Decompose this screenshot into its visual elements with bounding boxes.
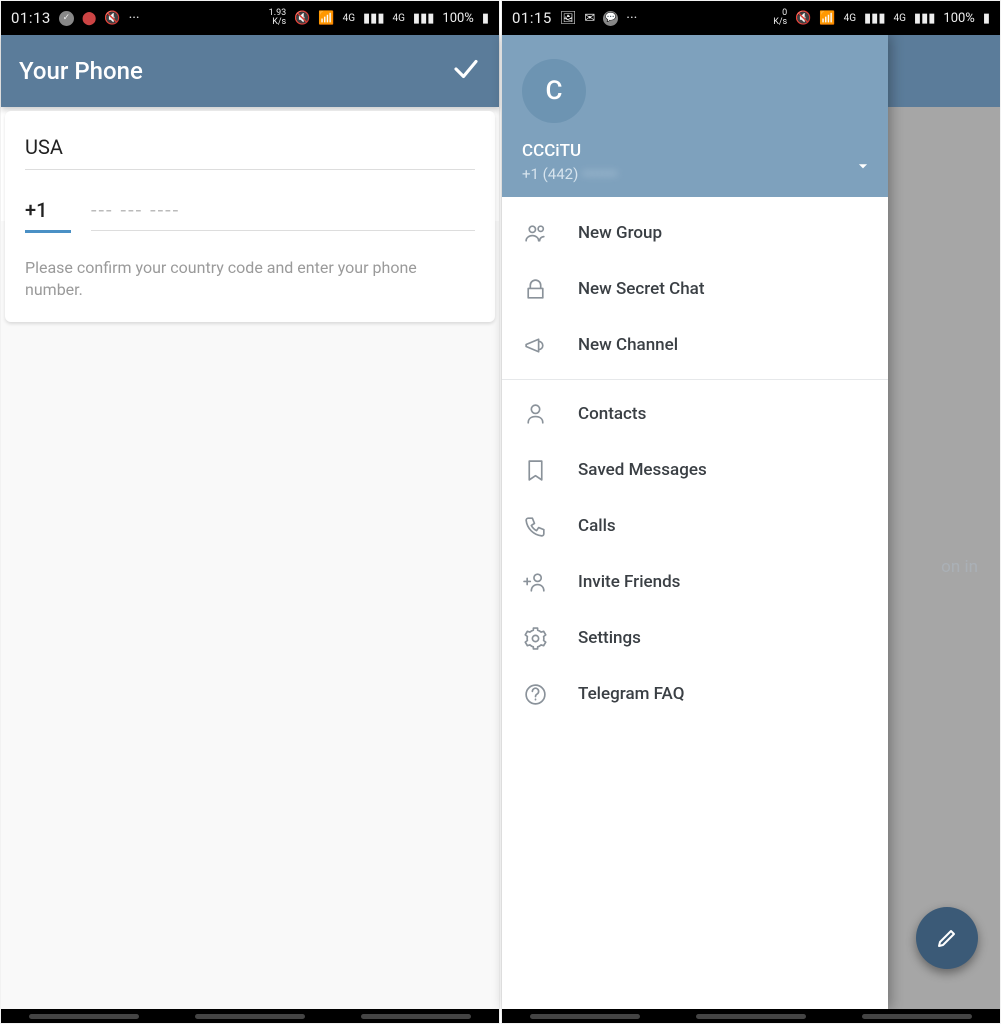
- status-bar: 01:15 🖼 ✉ 💬 ··· 0K/s 🔇 📶 4G ▮▮▮ 4G ▮▮▮ 1…: [502, 1, 1000, 35]
- menu-item-calls[interactable]: Calls: [502, 498, 888, 554]
- menu-item-telegram-faq[interactable]: Telegram FAQ: [502, 666, 888, 722]
- background-fragment: on in: [941, 557, 978, 577]
- net-label-2: 4G: [893, 13, 905, 24]
- menu-item-contacts[interactable]: Contacts: [502, 386, 888, 442]
- phone-card: USA +1 --- --- ---- Please confirm your …: [5, 111, 495, 322]
- page-title: Your Phone: [19, 57, 451, 85]
- avatar-initial: C: [546, 76, 563, 106]
- account-phone: +1 (442) •••••••: [522, 165, 868, 183]
- status-time: 01:13: [11, 9, 51, 27]
- background: [1, 221, 499, 1009]
- nav-home[interactable]: [696, 1014, 806, 1019]
- person-icon: [522, 401, 548, 427]
- hint-text: Please confirm your country code and ent…: [25, 257, 475, 302]
- signal-icon-2: ▮▮▮: [413, 11, 434, 26]
- menu-label: Invite Friends: [578, 572, 680, 592]
- status-mute-icon: 🔇: [104, 11, 120, 26]
- wifi-icon: 📶: [318, 11, 334, 26]
- nav-recents[interactable]: [530, 1014, 640, 1019]
- confirm-button[interactable]: [451, 54, 481, 88]
- country-field[interactable]: USA: [25, 135, 475, 170]
- phone-icon: [522, 513, 548, 539]
- status-image-icon: 🖼: [560, 11, 577, 26]
- menu-label: Telegram FAQ: [578, 684, 684, 704]
- chevron-down-icon[interactable]: [856, 158, 870, 177]
- help-icon: [522, 681, 548, 707]
- status-app-icon: ✓: [59, 11, 74, 26]
- signal-icon-1: ▮▮▮: [864, 11, 885, 26]
- nav-recents[interactable]: [29, 1014, 139, 1019]
- net-label-1: 4G: [844, 13, 856, 24]
- menu-label: Settings: [578, 628, 641, 648]
- net-label-1: 4G: [343, 13, 355, 24]
- signal-icon-1: ▮▮▮: [363, 11, 384, 26]
- status-more: ···: [129, 10, 140, 26]
- status-speed: 0K/s: [773, 9, 787, 27]
- status-speed: 1.93K/s: [269, 9, 287, 27]
- menu-label: Calls: [578, 516, 616, 536]
- status-time: 01:15: [512, 9, 552, 27]
- screen-drawer: 01:15 🖼 ✉ 💬 ··· 0K/s 🔇 📶 4G ▮▮▮ 4G ▮▮▮ 1…: [501, 0, 1001, 1024]
- mute-icon: 🔇: [795, 11, 811, 26]
- nav-home[interactable]: [195, 1014, 305, 1019]
- menu-divider: [502, 379, 888, 380]
- signal-icon-2: ▮▮▮: [914, 11, 935, 26]
- menu-item-saved-messages[interactable]: Saved Messages: [502, 442, 888, 498]
- country-code-field[interactable]: +1: [25, 198, 71, 233]
- menu-label: New Secret Chat: [578, 279, 705, 299]
- battery-icon: ▮: [983, 11, 990, 26]
- menu-label: Contacts: [578, 404, 646, 424]
- nav-back[interactable]: [361, 1014, 471, 1019]
- lock-icon: [522, 276, 548, 302]
- menu-label: New Channel: [578, 335, 678, 355]
- status-chat-icon: 💬: [603, 11, 618, 26]
- android-nav-bar: [502, 1009, 1000, 1023]
- menu-item-new-group[interactable]: New Group: [502, 205, 888, 261]
- account-name: CCCiTU: [522, 141, 868, 161]
- wifi-icon: 📶: [819, 11, 835, 26]
- drawer-header[interactable]: C CCCiTU +1 (442) •••••••: [502, 35, 888, 197]
- invite-icon: [522, 569, 548, 595]
- menu-label: New Group: [578, 223, 662, 243]
- battery-icon: ▮: [482, 11, 489, 26]
- megaphone-icon: [522, 332, 548, 358]
- android-nav-bar: [1, 1009, 499, 1023]
- battery-percent: 100%: [943, 11, 974, 26]
- nav-back[interactable]: [862, 1014, 972, 1019]
- menu-label: Saved Messages: [578, 460, 707, 480]
- gear-icon: [522, 625, 548, 651]
- nav-drawer: C CCCiTU +1 (442) ••••••• New Group New S…: [502, 35, 888, 1009]
- menu-item-invite-friends[interactable]: Invite Friends: [502, 554, 888, 610]
- drawer-menu: New Group New Secret Chat New Channel Conta…: [502, 197, 888, 722]
- group-icon: [522, 220, 548, 246]
- status-bar: 01:13 ✓ ⬤ 🔇 ··· 1.93K/s 🔇 📶 4G ▮▮▮ 4G ▮▮…: [1, 1, 499, 35]
- menu-item-new-channel[interactable]: New Channel: [502, 317, 888, 373]
- menu-item-settings[interactable]: Settings: [502, 610, 888, 666]
- net-label-2: 4G: [392, 13, 404, 24]
- compose-button[interactable]: [916, 907, 978, 969]
- app-bar: Your Phone: [1, 35, 499, 107]
- phone-number-field[interactable]: --- --- ----: [91, 198, 475, 231]
- battery-percent: 100%: [442, 11, 473, 26]
- mute-icon: 🔇: [294, 11, 310, 26]
- status-more: ···: [626, 10, 637, 26]
- avatar: C: [522, 59, 586, 123]
- screen-login: 01:13 ✓ ⬤ 🔇 ··· 1.93K/s 🔇 📶 4G ▮▮▮ 4G ▮▮…: [0, 0, 500, 1024]
- status-mail-icon: ✉: [584, 11, 595, 26]
- status-record-icon: ⬤: [82, 11, 97, 26]
- bookmark-icon: [522, 457, 548, 483]
- menu-item-new-secret-chat[interactable]: New Secret Chat: [502, 261, 888, 317]
